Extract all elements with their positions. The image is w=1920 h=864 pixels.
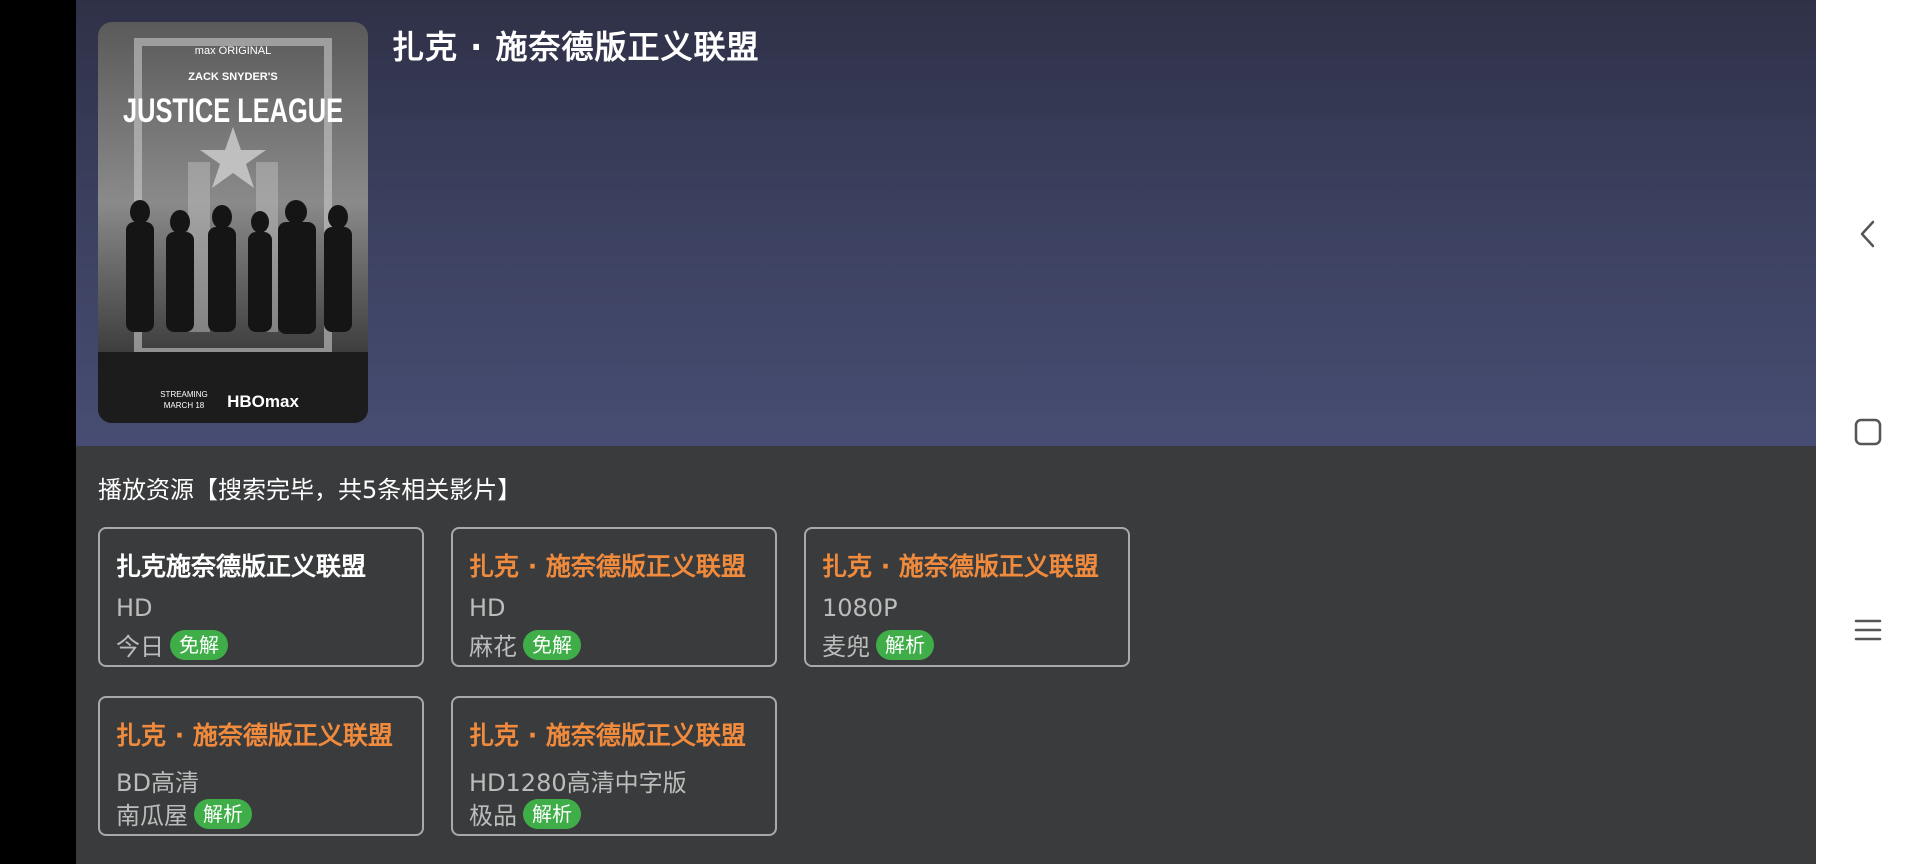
back-button[interactable] [1844,210,1892,258]
left-black-strip [0,0,76,864]
source-provider: 麦兜 [822,633,870,661]
source-title: 扎克 · 施奈德版正义联盟 [469,552,746,581]
poster-footer-line2: MARCH 18 [164,401,205,410]
menu-lines-icon [1854,619,1882,641]
source-badge: 免解 [170,629,228,660]
poster-brand-text: max ORIGINAL [195,45,271,57]
source-badge: 免解 [523,629,581,660]
source-title: 扎克 · 施奈德版正义联盟 [116,721,393,750]
source-card-1[interactable]: 扎克施奈德版正义联盟 HD 今日 免解 [98,527,424,667]
poster-headline-text: JUSTICE LEAGUE [123,92,343,130]
source-title: 扎克施奈德版正义联盟 [116,552,367,581]
home-button[interactable] [1844,408,1892,456]
system-navigation-bar [1816,0,1920,864]
source-provider-row: 极品 解析 [469,796,581,831]
poster-tagline-text: ZACK SNYDER'S [188,71,277,83]
poster-hbomax-logo: HBOmax [227,392,299,411]
source-provider: 今日 [116,633,164,661]
source-quality: HD [116,594,153,622]
source-quality: 1080P [822,594,898,622]
source-badge: 解析 [523,798,581,829]
movie-poster[interactable]: max ORIGINAL ZACK SNYDER'S JUSTICE LEAGU… [98,22,368,423]
source-quality: BD高清 [116,769,199,797]
source-provider-row: 麦兜 解析 [822,627,934,662]
source-card-4[interactable]: 扎克 · 施奈德版正义联盟 BD高清 南瓜屋 解析 [98,696,424,836]
source-card-5[interactable]: 扎克 · 施奈德版正义联盟 HD1280高清中字版 极品 解析 [451,696,777,836]
screen: max ORIGINAL ZACK SNYDER'S JUSTICE LEAGU… [0,0,1920,864]
movie-title: 扎克 · 施奈德版正义联盟 [392,28,760,66]
source-provider: 麻花 [469,633,517,661]
source-provider-row: 麻花 免解 [469,627,581,662]
poster-footer-line1: STREAMING [160,390,208,399]
home-square-icon [1854,418,1882,446]
source-provider: 南瓜屋 [116,802,188,830]
source-provider-row: 今日 免解 [116,627,228,662]
source-badge: 解析 [876,629,934,660]
source-card-3[interactable]: 扎克 · 施奈德版正义联盟 1080P 麦兜 解析 [804,527,1130,667]
source-title: 扎克 · 施奈德版正义联盟 [822,552,1099,581]
source-provider: 极品 [469,802,517,830]
movie-header: max ORIGINAL ZACK SNYDER'S JUSTICE LEAGU… [76,0,1816,446]
source-title: 扎克 · 施奈德版正义联盟 [469,721,746,750]
back-chevron-icon [1860,220,1875,248]
movie-detail-page: max ORIGINAL ZACK SNYDER'S JUSTICE LEAGU… [76,0,1816,864]
source-quality: HD1280高清中字版 [469,769,687,797]
sources-section-title: 播放资源【搜索完毕，共5条相关影片】 [98,476,522,504]
source-quality: HD [469,594,506,622]
recents-button[interactable] [1844,606,1892,654]
source-badge: 解析 [194,798,252,829]
source-card-2[interactable]: 扎克 · 施奈德版正义联盟 HD 麻花 免解 [451,527,777,667]
poster-artwork: max ORIGINAL ZACK SNYDER'S JUSTICE LEAGU… [98,22,368,423]
source-provider-row: 南瓜屋 解析 [116,796,252,831]
